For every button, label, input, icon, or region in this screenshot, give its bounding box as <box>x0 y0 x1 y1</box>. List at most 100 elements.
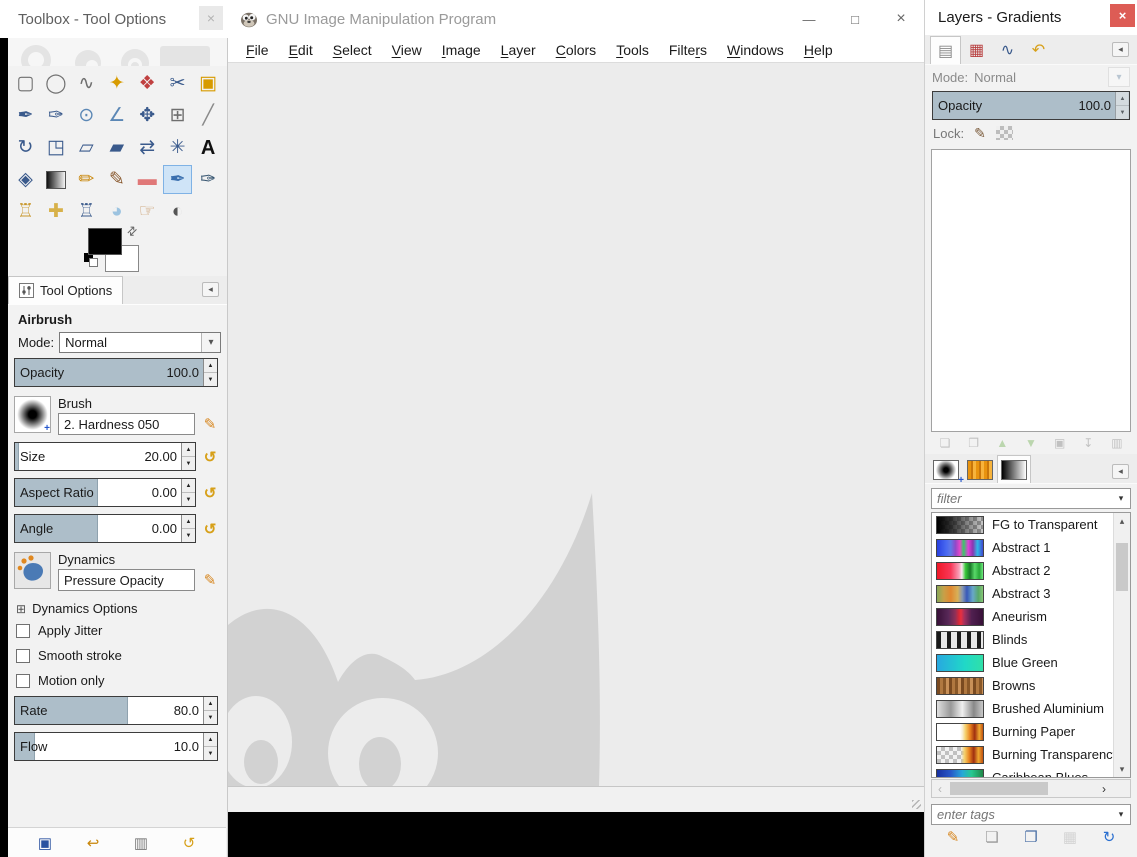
opacity-spinner[interactable]: ▲▼ <box>203 359 217 386</box>
dynamics-options-expander[interactable]: ⊞ Dynamics Options <box>16 601 221 616</box>
motion-only-checkbox[interactable]: Motion only <box>14 668 221 693</box>
ellipse-select-tool[interactable]: ◯ <box>41 69 70 98</box>
dynamics-name-field[interactable]: Pressure Opacity <box>58 569 195 591</box>
rotate-tool[interactable]: ↻ <box>11 133 40 162</box>
reset-aspect-ratio-icon[interactable]: ↺ <box>199 482 221 504</box>
filter-dropdown-icon[interactable]: ▾ <box>1112 493 1130 504</box>
rectangle-select-tool[interactable]: ▢ <box>11 69 40 98</box>
menu-select[interactable]: Select <box>323 38 382 62</box>
gradient-filter-input[interactable] <box>932 491 1112 506</box>
scroll-right-icon[interactable]: › <box>1096 782 1112 796</box>
paths-tab[interactable]: ∿ <box>992 36 1023 64</box>
delete-tool-preset-button[interactable]: ▥ <box>130 834 152 852</box>
lock-pixels-icon[interactable]: ✎ <box>974 125 986 142</box>
aspect-ratio-spinner[interactable]: ▲▼ <box>181 479 195 506</box>
cage-transform-tool[interactable]: ✳ <box>163 133 192 162</box>
collapse-gradients-dock-icon[interactable]: ◂ <box>1112 464 1129 479</box>
undo-history-tab[interactable]: ↶ <box>1023 36 1054 64</box>
gradient-horizontal-scrollbar[interactable]: ‹ › <box>931 779 1131 798</box>
gradient-vertical-scrollbar[interactable]: ▴ ▾ <box>1113 513 1130 777</box>
maximize-button[interactable]: □ <box>832 0 878 38</box>
airbrush-tool[interactable]: ✒ <box>163 165 192 194</box>
smudge-tool[interactable]: ☞ <box>133 197 162 226</box>
tab-tool-options[interactable]: Tool Options <box>8 276 123 304</box>
align-tool[interactable]: ⊞ <box>163 101 192 130</box>
horizontal-scroll-thumb[interactable] <box>950 782 1048 795</box>
gradient-brushed-aluminium[interactable]: Brushed Aluminium <box>932 697 1113 720</box>
gradient-caribbean-blues[interactable]: Caribbean Blues <box>932 766 1113 778</box>
edit-gradient-button[interactable]: ✎ <box>942 828 964 846</box>
layer-mode-dropdown[interactable]: ▾ <box>1108 67 1130 87</box>
gradient-abstract-1[interactable]: Abstract 1 <box>932 536 1113 559</box>
new-gradient-button[interactable]: ❏ <box>981 828 1003 846</box>
menu-layer[interactable]: Layer <box>491 38 546 62</box>
measure-tool[interactable]: ∠ <box>102 101 131 130</box>
gradient-tags-input[interactable] <box>932 807 1112 822</box>
paint-mode-dropdown[interactable]: Normal ▾ <box>59 332 221 353</box>
gradient-abstract-2[interactable]: Abstract 2 <box>932 559 1113 582</box>
new-layer-button[interactable]: ❏ <box>936 436 954 450</box>
vertical-scroll-thumb[interactable] <box>1116 543 1128 591</box>
flow-spinner[interactable]: ▲▼ <box>203 733 217 760</box>
layer-opacity-spinner[interactable]: ▲▼ <box>1115 92 1129 119</box>
patterns-tab[interactable] <box>963 457 997 483</box>
blur-sharpen-tool[interactable]: ◕ <box>102 197 131 226</box>
heal-tool[interactable]: ✚ <box>41 197 70 226</box>
menu-windows[interactable]: Windows <box>717 38 794 62</box>
menu-edit[interactable]: Edit <box>279 38 323 62</box>
brush-name-field[interactable]: 2. Hardness 050 <box>58 413 195 435</box>
delete-layer-button[interactable]: ▥ <box>1108 436 1126 450</box>
gradient-fg-to-transparent[interactable]: FG to Transparent <box>932 513 1113 536</box>
save-tool-preset-button[interactable]: ▣ <box>34 834 56 852</box>
scroll-down-icon[interactable]: ▾ <box>1114 761 1130 777</box>
toolbox-close-button[interactable]: × <box>199 6 223 30</box>
paintbrush-tool[interactable]: ✎ <box>102 165 131 194</box>
gradients-tab[interactable] <box>997 455 1031 483</box>
rate-slider[interactable]: Rate 80.0 ▲▼ <box>14 696 218 725</box>
scroll-left-icon[interactable]: ‹ <box>932 782 948 796</box>
resize-grip-icon[interactable] <box>912 800 921 809</box>
gradient-abstract-3[interactable]: Abstract 3 <box>932 582 1113 605</box>
gradient-burning-paper[interactable]: Burning Paper <box>932 720 1113 743</box>
gradient-blue-green[interactable]: Blue Green <box>932 651 1113 674</box>
shear-tool[interactable]: ▱ <box>72 133 101 162</box>
lower-layer-button[interactable]: ▼ <box>1022 436 1040 450</box>
gradient-tool[interactable] <box>41 165 70 194</box>
gradient-burning-transparency[interactable]: Burning Transparency <box>932 743 1113 766</box>
scroll-up-icon[interactable]: ▴ <box>1114 513 1130 529</box>
zoom-tool[interactable]: ⊙ <box>72 101 101 130</box>
fuzzy-select-tool[interactable]: ✦ <box>102 69 131 98</box>
menu-filters[interactable]: Filters <box>659 38 717 62</box>
free-select-tool[interactable]: ∿ <box>72 69 101 98</box>
paths-tool[interactable]: ✒ <box>11 101 40 130</box>
menu-view[interactable]: View <box>382 38 432 62</box>
menu-image[interactable]: Image <box>432 38 491 62</box>
image-canvas[interactable] <box>228 63 924 786</box>
layers-titlebar[interactable]: Layers - Gradients × <box>925 0 1137 35</box>
menu-help[interactable]: Help <box>794 38 843 62</box>
brush-preview-button[interactable]: + <box>14 396 51 433</box>
layers-list[interactable] <box>931 149 1131 432</box>
scale-tool[interactable]: ◳ <box>41 133 70 162</box>
crop-tool[interactable]: ╱ <box>194 101 223 130</box>
gradient-browns[interactable]: Browns <box>932 674 1113 697</box>
tags-dropdown-icon[interactable]: ▾ <box>1112 809 1130 820</box>
menu-tools[interactable]: Tools <box>606 38 659 62</box>
perspective-clone-tool[interactable]: ♖ <box>72 197 101 226</box>
channels-tab[interactable]: ▦ <box>961 36 992 64</box>
angle-slider[interactable]: Angle 0.00 ▲▼ <box>14 514 196 543</box>
select-by-color-tool[interactable]: ❖ <box>133 69 162 98</box>
color-picker-tool[interactable]: ✑ <box>41 101 70 130</box>
main-titlebar[interactable]: GNU Image Manipulation Program — □ × <box>228 0 924 38</box>
scissors-select-tool[interactable]: ✂ <box>163 69 192 98</box>
menu-file[interactable]: File <box>236 38 279 62</box>
collapse-tool-options-icon[interactable]: ◂ <box>202 282 219 297</box>
toolbox-titlebar[interactable]: Toolbox - Tool Options × <box>0 0 228 38</box>
collapse-layers-dock-icon[interactable]: ◂ <box>1112 42 1129 57</box>
smooth-stroke-checkbox[interactable]: Smooth stroke <box>14 643 221 668</box>
pencil-tool[interactable]: ✏ <box>72 165 101 194</box>
layers-tab[interactable]: ▤ <box>930 36 961 64</box>
refresh-gradients-button[interactable]: ↻ <box>1098 828 1120 846</box>
menu-colors[interactable]: Colors <box>546 38 606 62</box>
reset-tool-options-button[interactable]: ↺ <box>178 834 200 852</box>
